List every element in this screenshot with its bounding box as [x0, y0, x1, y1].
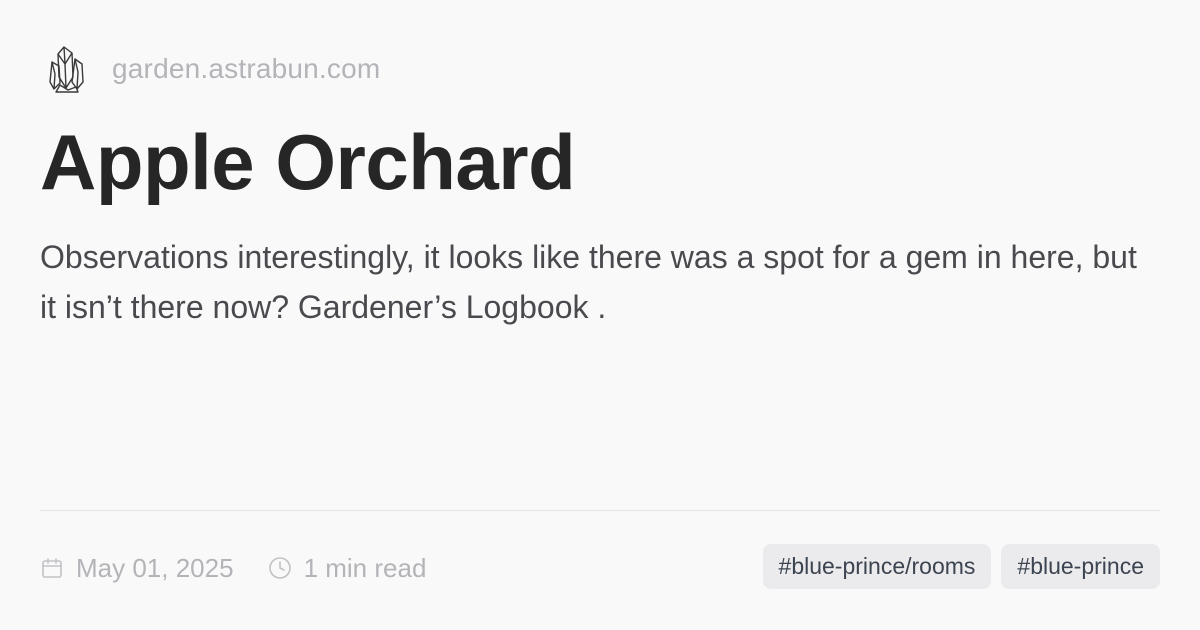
page-title: Apple Orchard [40, 118, 576, 206]
calendar-icon [42, 558, 62, 578]
crystal-cluster-icon [44, 42, 90, 96]
site-header: garden.astrabun.com [44, 42, 380, 96]
clock-icon [268, 557, 291, 579]
tag-blue-prince[interactable]: #blue-prince [1001, 544, 1160, 589]
read-time-text: 1 min read [303, 552, 427, 583]
site-domain[interactable]: garden.astrabun.com [112, 53, 380, 85]
tag-blue-prince-rooms[interactable]: #blue-prince/rooms [762, 544, 992, 589]
post-description: Observations interestingly, it looks lik… [40, 239, 1137, 325]
publish-date-text: May 01, 2025 [76, 552, 234, 583]
publish-date: May 01, 2025 [40, 553, 234, 584]
read-time: 1 min read [268, 552, 427, 584]
divider [40, 510, 1160, 511]
tag-list: #blue-prince/rooms #blue-prince [753, 544, 1160, 589]
post-meta: May 01, 2025 1 min read [40, 546, 460, 590]
